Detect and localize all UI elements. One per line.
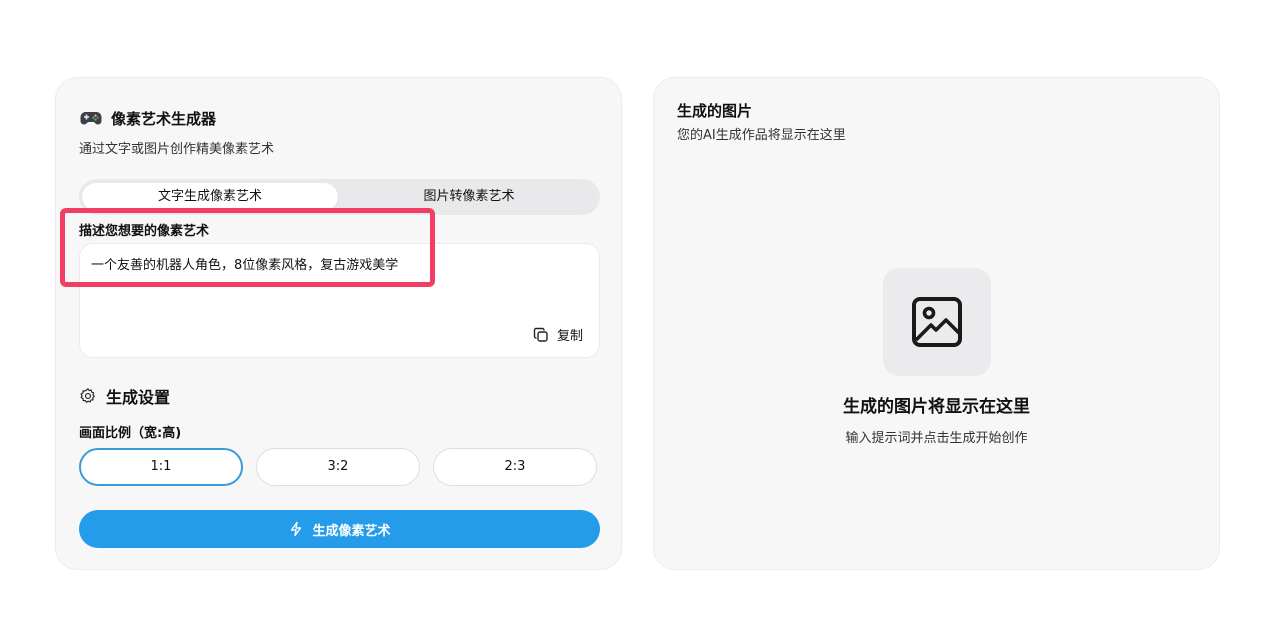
ratio-label: 画面比例（宽:高) (79, 426, 182, 441)
copy-icon (533, 327, 548, 342)
empty-state-title: 生成的图片将显示在这里 (843, 397, 1030, 417)
copy-button[interactable]: 复制 (533, 325, 583, 344)
tab-image-to-pixel[interactable]: 图片转像素艺术 (341, 183, 597, 211)
ratio-button-1-1[interactable]: 1:1 (79, 448, 243, 486)
tab-text-to-pixel[interactable]: 文字生成像素艺术 (82, 183, 338, 211)
output-title: 生成的图片 (677, 102, 753, 120)
output-subtitle: 您的AI生成作品将显示在这里 (677, 128, 846, 143)
generator-panel: 像素艺术生成器 通过文字或图片创作精美像素艺术 文字生成像素艺术 图片转像素艺术… (55, 77, 622, 570)
ratio-button-2-3[interactable]: 2:3 (433, 448, 597, 486)
image-placeholder (883, 268, 991, 376)
generator-header: 像素艺术生成器 (79, 106, 216, 130)
ratio-button-3-2[interactable]: 3:2 (256, 448, 420, 486)
generator-subtitle: 通过文字或图片创作精美像素艺术 (79, 142, 275, 157)
output-panel: 生成的图片 您的AI生成作品将显示在这里 生成的图片将显示在这里 输入提示词并点… (653, 77, 1220, 570)
settings-title: 生成设置 (106, 388, 171, 407)
gamepad-icon (79, 106, 103, 130)
image-icon (912, 297, 962, 347)
settings-header: 生成设置 (79, 384, 170, 408)
lightning-icon (291, 521, 302, 537)
generate-label: 生成像素艺术 (312, 523, 391, 539)
prompt-highlight-box (60, 208, 435, 287)
generator-title: 像素艺术生成器 (111, 109, 217, 128)
empty-state-description: 输入提示词并点击生成开始创作 (845, 431, 1028, 446)
generate-button[interactable]: 生成像素艺术 (79, 510, 600, 548)
gear-icon (80, 388, 95, 403)
copy-label: 复制 (556, 329, 583, 344)
